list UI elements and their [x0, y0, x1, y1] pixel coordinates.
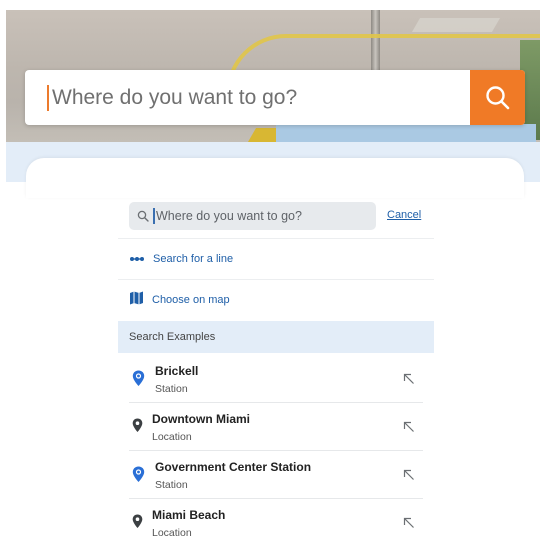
list-item-government-center-station[interactable]: Government Center Station Station [129, 452, 423, 500]
result-title: Brickell [155, 364, 199, 378]
list-item-downtown-miami[interactable]: Downtown Miami Location [129, 404, 423, 452]
road-paint [411, 18, 501, 32]
divider [129, 402, 423, 403]
cancel-button[interactable]: Cancel [387, 209, 421, 221]
search-icon [137, 210, 149, 222]
fill-suggestion-arrow-icon[interactable] [403, 516, 415, 534]
choose-on-map-label: Choose on map [152, 294, 230, 306]
result-type: Location [152, 431, 192, 443]
text-cursor [153, 208, 155, 224]
content-panel [26, 158, 524, 198]
hero-search-bar[interactable]: Where do you want to go? [25, 70, 525, 125]
result-title: Downtown Miami [152, 412, 250, 426]
station-pin-icon [132, 466, 145, 488]
sky-reflection [276, 124, 536, 142]
result-type: Location [152, 527, 192, 539]
location-pin-icon [132, 418, 143, 438]
section-title: Search Examples [129, 331, 216, 343]
location-pin-icon [132, 514, 143, 534]
divider [118, 279, 434, 280]
list-item-brickell[interactable]: Brickell Station [129, 356, 423, 404]
search-for-line-option[interactable]: Search for a line [129, 249, 233, 269]
search-for-line-label: Search for a line [153, 253, 234, 265]
fill-suggestion-arrow-icon[interactable] [403, 468, 415, 486]
choose-on-map-option[interactable]: Choose on map [129, 290, 230, 310]
fill-suggestion-arrow-icon[interactable] [403, 420, 415, 438]
station-pin-icon [132, 370, 145, 392]
fill-suggestion-arrow-icon[interactable] [403, 372, 415, 390]
hero-search-input[interactable]: Where do you want to go? [52, 86, 470, 110]
result-title: Miami Beach [152, 508, 226, 522]
divider [129, 498, 423, 499]
result-title: Government Center Station [155, 460, 312, 474]
search-button[interactable] [470, 70, 525, 125]
search-input[interactable]: Where do you want to go? [129, 202, 376, 230]
divider [129, 450, 423, 451]
list-item-miami-beach[interactable]: Miami Beach Location [129, 500, 423, 548]
text-cursor [47, 84, 49, 111]
dots-line-icon [129, 250, 145, 268]
search-icon [485, 85, 509, 109]
divider [118, 238, 434, 239]
result-type: Station [155, 479, 188, 491]
map-icon [129, 291, 144, 310]
search-examples-header: Search Examples [118, 321, 434, 353]
result-type: Station [155, 383, 188, 395]
search-placeholder: Where do you want to go? [156, 209, 302, 223]
